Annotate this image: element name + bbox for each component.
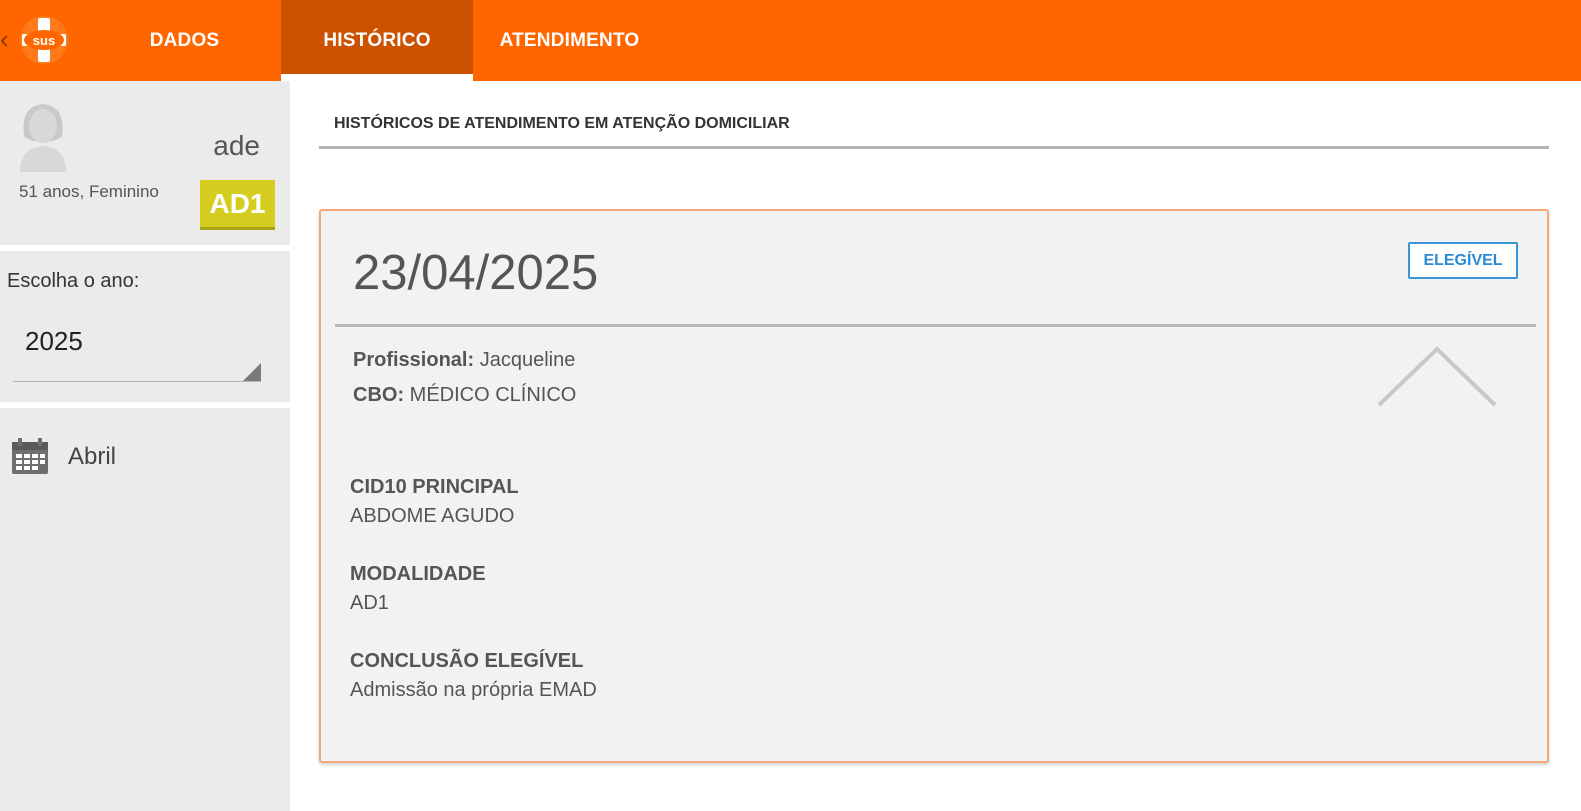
- status-badge: ELEGÍVEL: [1408, 242, 1518, 279]
- history-record-card: 23/04/2025 ELEGÍVEL Profissional: Jacque…: [319, 209, 1549, 763]
- cid10-value: ABDOME AGUDO: [350, 505, 515, 527]
- patient-name: ade: [213, 130, 260, 161]
- cid10-label: CID10 PRINCIPAL: [350, 476, 519, 498]
- tab-dados[interactable]: DADOS: [88, 0, 281, 81]
- month-label: Abril: [68, 443, 117, 470]
- conclusao-label: CONCLUSÃO ELEGÍVEL: [350, 650, 584, 672]
- modalidade-value: AD1: [350, 592, 389, 614]
- conclusao-value: Admissão na própria EMAD: [350, 679, 597, 701]
- calendar-icon: [12, 438, 48, 474]
- cbo-line: CBO: MÉDICO CLÍNICO: [353, 384, 576, 407]
- esus-logo: sus: [20, 16, 68, 64]
- chevron-up-icon[interactable]: [1377, 345, 1497, 409]
- sidebar-divider: [0, 245, 290, 251]
- month-item-abril[interactable]: Abril: [0, 425, 290, 489]
- logo-text: sus: [33, 33, 55, 48]
- card-divider: [335, 324, 1536, 327]
- professional-label: Profissional:: [353, 349, 475, 371]
- section-title: HISTÓRICOS DE ATENDIMENTO EM ATENÇÃO DOM…: [334, 115, 790, 132]
- cbo-label: CBO:: [353, 384, 405, 406]
- section-divider: [319, 146, 1549, 149]
- cbo-value: MÉDICO CLÍNICO: [409, 384, 577, 406]
- professional-value: Jacqueline: [479, 349, 576, 371]
- professional-line: Profissional: Jacqueline: [353, 349, 575, 372]
- sidebar-divider: [0, 402, 290, 408]
- tab-atendimento[interactable]: ATENDIMENTO: [473, 0, 666, 81]
- modality-badge: AD1: [200, 180, 275, 230]
- tab-historico[interactable]: HISTÓRICO: [281, 0, 473, 81]
- dropdown-arrow-icon: [243, 363, 261, 381]
- avatar-icon: [20, 104, 66, 172]
- back-chevron-icon[interactable]: ‹: [0, 26, 12, 52]
- record-date: 23/04/2025: [353, 246, 599, 300]
- patient-age-sex: 51 anos, Feminino: [19, 182, 159, 201]
- modalidade-label: MODALIDADE: [350, 563, 486, 585]
- year-filter-label: Escolha o ano:: [7, 270, 140, 292]
- year-select-value: 2025: [25, 326, 83, 356]
- year-select[interactable]: 2025: [13, 318, 261, 382]
- top-app-bar: ‹ sus DADOS HISTÓRICO ATENDIMENTO: [0, 0, 1581, 81]
